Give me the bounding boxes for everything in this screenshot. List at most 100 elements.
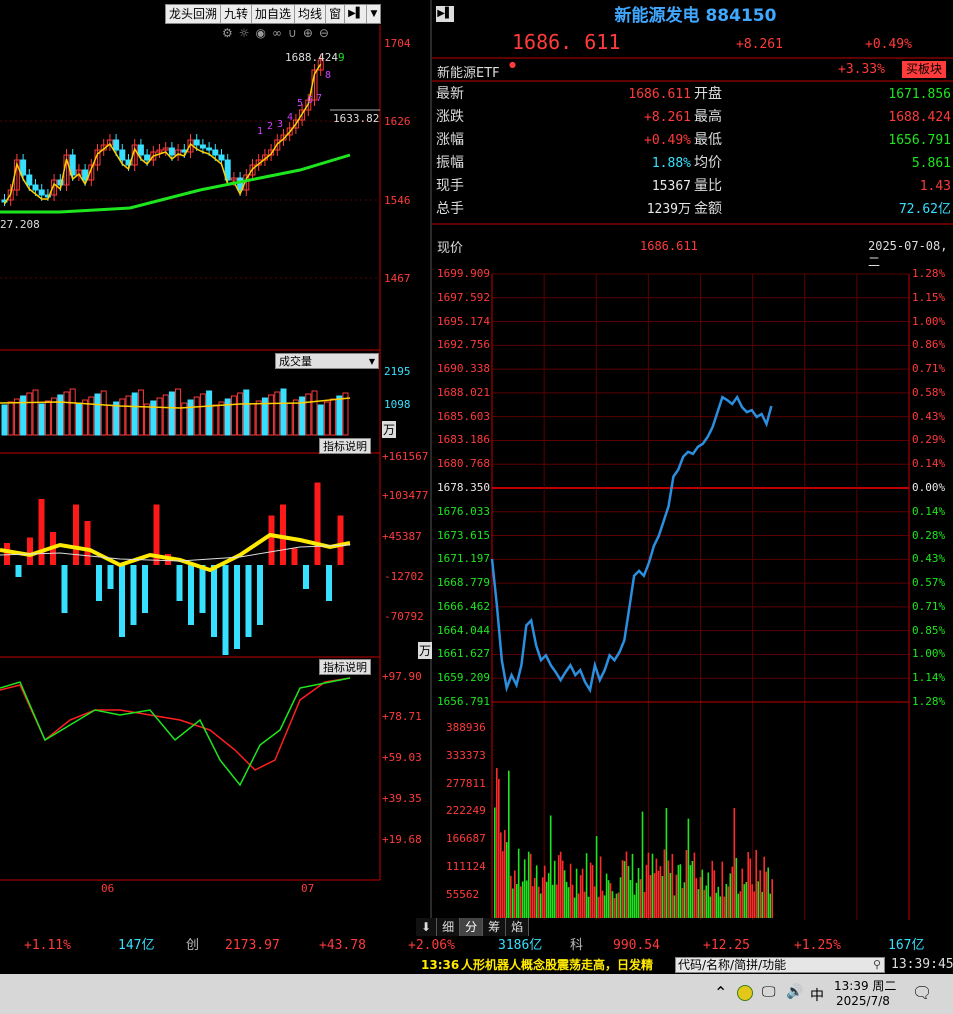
macd-bar (280, 504, 286, 565)
volume-bar (603, 895, 606, 918)
volume-bar (533, 877, 536, 918)
volume-bar (657, 870, 660, 918)
volume-bar (649, 875, 652, 918)
pct-axis-tick: 0.71% (912, 599, 946, 613)
candle-body (38, 189, 45, 196)
network-icon[interactable]: 🖵 (762, 984, 776, 1000)
quote-label: 现手 (436, 178, 464, 194)
volume-bar (243, 389, 250, 436)
macd-bar (4, 543, 10, 565)
volume-bar (719, 896, 722, 918)
volume-bar (721, 861, 724, 918)
volume-bar (286, 402, 293, 436)
kdj-tick-3: +59.03 (382, 751, 422, 764)
kline-low-label: 27.208 (0, 218, 40, 231)
quote-value: 72.62亿 (898, 202, 951, 217)
price-axis-tick: 1671.197 (437, 552, 490, 566)
volume-bar (653, 873, 656, 918)
volume-bar (701, 869, 704, 918)
pct-axis-tick: 0.14% (912, 457, 946, 471)
search-box[interactable]: 代码/名称/简拼/功能 ⚲ (675, 957, 885, 973)
toolbar-next-icon[interactable]: ▶▌ (345, 5, 368, 23)
volume-bar (545, 881, 548, 918)
toolbar-nine-turn[interactable]: 九转 (221, 5, 253, 23)
volume-bar (527, 851, 530, 918)
volume-bar (88, 396, 95, 436)
volume-axis-tick: 333373 (446, 748, 486, 762)
quote-row: 总手 1239万 金额 72.62亿 (436, 198, 953, 221)
search-icon[interactable]: ⚲ (873, 958, 881, 972)
volume-bar (713, 870, 716, 918)
etf-label[interactable]: 新能源ETF (437, 62, 500, 81)
volume-icon[interactable]: 🔊 (786, 984, 803, 1000)
volume-bar (577, 893, 580, 918)
toolbar-dropdown-icon[interactable]: ▼ (367, 5, 380, 23)
volume-bar (717, 886, 720, 918)
index-item: 2173.97 (225, 938, 280, 953)
intraday-chart[interactable] (432, 260, 953, 920)
quote-value: 15367 (651, 179, 691, 194)
quote-value: 1656.791 (888, 133, 951, 148)
toolbar-window[interactable]: 窗 (326, 5, 346, 23)
volume-bar (587, 896, 590, 918)
volume-bar (32, 389, 39, 436)
toolbar-add-watchlist[interactable]: 加自选 (252, 5, 296, 23)
volume-bar (559, 851, 562, 918)
volume-bar (168, 391, 175, 436)
volume-bar (585, 853, 588, 918)
news-ticker[interactable]: 13:36 人形机器人概念股震荡走高，日发精 代码/名称/简拼/功能 ⚲ 13:… (416, 956, 953, 974)
tab-detail[interactable]: 细 (437, 918, 461, 936)
nine-count-5: 5 (297, 98, 304, 109)
macd-indicator-help[interactable]: 指标说明 (319, 438, 371, 454)
quote-value: 1671.856 (888, 87, 951, 102)
volume-bar (268, 394, 275, 436)
taskbar-date[interactable]: 2025/7/8 (836, 994, 890, 1008)
volume-bar (565, 881, 568, 918)
tab-flame[interactable]: 焰 (506, 918, 530, 936)
search-input[interactable]: 代码/名称/简拼/功能 (678, 958, 786, 972)
volume-bar (579, 875, 582, 918)
volume-bar (677, 865, 680, 918)
price-axis-tick: 1685.603 (437, 409, 490, 423)
volume-unit: 万 (382, 421, 397, 438)
macd-tick-2: +103477 (382, 489, 429, 502)
quote-value: 1688.424 (888, 110, 951, 125)
chevron-up-icon[interactable]: ⌃ (714, 983, 727, 1002)
ime-indicator[interactable]: 中 (810, 985, 824, 1005)
tab-minute[interactable]: 分 (460, 918, 484, 936)
volume-bar (119, 398, 126, 436)
kdj-chart[interactable] (0, 670, 380, 880)
tray-app-icon[interactable] (737, 985, 753, 1001)
volume-indicator-select[interactable]: 成交量 ▼ (275, 353, 379, 369)
quote-label: 涨跌 (436, 109, 464, 125)
volume-bar (697, 889, 700, 918)
toolbar-moving-average[interactable]: 均线 (295, 5, 327, 23)
macd-bar (268, 515, 275, 565)
macd-chart[interactable] (0, 455, 380, 655)
volume-bar (679, 864, 682, 918)
buy-sector-button[interactable]: 买板块 (902, 61, 947, 78)
toolbar-dragon-review[interactable]: 龙头回溯 (166, 5, 222, 23)
volume-bar (769, 893, 771, 918)
volume-bar (691, 861, 694, 918)
volume-bar (541, 877, 544, 918)
pct-axis-tick: 0.43% (912, 552, 946, 566)
pct-axis-tick: 0.86% (912, 338, 946, 352)
volume-bar (741, 868, 744, 918)
news-time: 13:36 (421, 958, 460, 972)
volume-bar (601, 890, 604, 918)
tab-chips[interactable]: 筹 (483, 918, 507, 936)
volume-bar (745, 882, 748, 918)
volume-bar (512, 888, 514, 918)
quote-label: 最低 (694, 132, 722, 148)
taskbar-time[interactable]: 13:39 周二 (834, 977, 896, 994)
volume-bar (255, 400, 262, 436)
volume-bar (651, 853, 654, 918)
price-axis-tick: 1664.044 (437, 623, 490, 637)
kline-tick-1704: 1704 (384, 37, 411, 50)
volume-bar (137, 389, 144, 436)
notification-icon[interactable]: 🗨 (912, 983, 932, 1002)
kline-chart[interactable] (0, 40, 380, 350)
download-icon[interactable]: ⬇ (416, 918, 438, 936)
news-text[interactable]: 人形机器人概念股震荡走高，日发精 (461, 956, 653, 974)
